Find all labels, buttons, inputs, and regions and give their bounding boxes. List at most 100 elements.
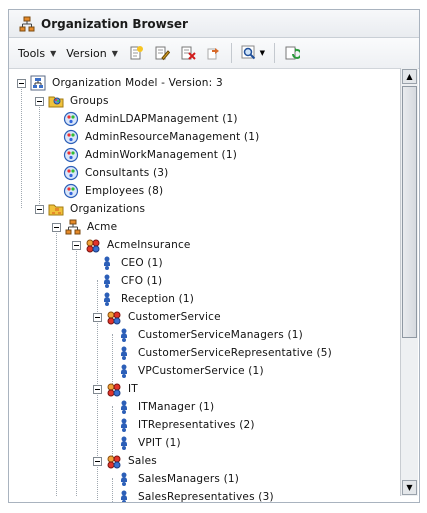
position-icon: [116, 489, 132, 502]
title-bar: Organization Browser: [9, 10, 419, 38]
tree-node-group[interactable]: Consultants (3): [63, 164, 168, 182]
org-unit-icon: [85, 237, 101, 253]
organization-tree: Organization Model - Version: 3 Groups A…: [9, 68, 399, 502]
chevron-down-icon: ▼: [111, 48, 118, 58]
position-label: ITRepresentatives (2): [138, 419, 255, 431]
org-unit-icon: [106, 309, 122, 325]
position-icon: [99, 291, 115, 307]
group-label: AdminWorkManagement (1): [85, 149, 238, 161]
collapse-toggle[interactable]: [35, 96, 44, 106]
sales-label: Sales: [128, 455, 157, 467]
delete-button[interactable]: [177, 42, 199, 64]
new-button[interactable]: [125, 42, 147, 64]
tree-node-acme-insurance[interactable]: AcmeInsurance: [72, 236, 191, 254]
version-menu-label: Version: [66, 46, 107, 60]
tree-node-position[interactable]: SalesManagers (1): [116, 470, 239, 488]
tree-node-position[interactable]: Reception (1): [99, 290, 194, 308]
collapse-toggle[interactable]: [35, 204, 44, 214]
tree-node-position[interactable]: ITManager (1): [116, 398, 214, 416]
tree-line: [112, 478, 113, 502]
delete-icon: [181, 46, 196, 60]
organization-icon: [65, 219, 81, 235]
tree-node-position[interactable]: VPCustomerService (1): [116, 362, 264, 380]
tree-node-organizations[interactable]: Organizations: [35, 200, 145, 218]
tools-menu-label: Tools: [18, 46, 46, 60]
position-label: CustomerServiceManagers (1): [138, 329, 303, 341]
position-label: VPIT (1): [138, 437, 181, 449]
acme-insurance-label: AcmeInsurance: [107, 239, 191, 251]
position-icon: [116, 327, 132, 343]
customer-service-label: CustomerService: [128, 311, 221, 323]
organization-browser-window: Organization Browser Tools ▼ Version ▼ ▼: [8, 9, 420, 503]
toolbar: Tools ▼ Version ▼ ▼: [9, 38, 419, 69]
org-unit-icon: [106, 381, 122, 397]
position-icon: [116, 435, 132, 451]
toolbar-separator: [273, 43, 275, 63]
refresh-button[interactable]: [281, 42, 303, 64]
arrow-up-icon: ▲: [406, 72, 413, 81]
org-unit-icon: [106, 453, 122, 469]
version-menu[interactable]: Version ▼: [61, 41, 123, 65]
collapse-toggle[interactable]: [17, 78, 26, 88]
tree-node-it[interactable]: IT: [93, 380, 138, 398]
tree-line: [39, 100, 40, 208]
tools-menu[interactable]: Tools ▼: [13, 41, 61, 65]
search-icon: [241, 45, 255, 60]
collapse-toggle[interactable]: [93, 312, 102, 322]
position-icon: [99, 255, 115, 271]
collapse-toggle[interactable]: [72, 240, 81, 250]
tree-node-model[interactable]: Organization Model - Version: 3: [17, 74, 223, 92]
position-label: SalesManagers (1): [138, 473, 240, 485]
position-label: CEO (1): [121, 257, 163, 269]
tree-node-position[interactable]: ITRepresentatives (2): [116, 416, 255, 434]
acme-label: Acme: [87, 221, 118, 233]
tree-node-group[interactable]: AdminLDAPManagement (1): [63, 110, 238, 128]
group-icon: [63, 147, 79, 163]
tree-node-position[interactable]: VPIT (1): [116, 434, 181, 452]
edit-icon: [155, 46, 170, 61]
edit-button[interactable]: [151, 42, 173, 64]
tree-node-position[interactable]: SalesRepresentatives (3): [116, 488, 274, 502]
search-button[interactable]: ▼: [238, 42, 268, 64]
vertical-scrollbar[interactable]: ▲ ▼: [400, 68, 418, 496]
model-label: Organization Model - Version: 3: [52, 77, 223, 89]
collapse-toggle[interactable]: [93, 384, 102, 394]
tree-node-group[interactable]: AdminWorkManagement (1): [63, 146, 237, 164]
organizations-label: Organizations: [70, 203, 146, 215]
tree-node-group[interactable]: AdminResourceManagement (1): [63, 128, 259, 146]
tree-node-position[interactable]: CFO (1): [99, 272, 162, 290]
tree-node-position[interactable]: CustomerServiceManagers (1): [116, 326, 303, 344]
position-label: ITManager (1): [138, 401, 215, 413]
scroll-up-button[interactable]: ▲: [402, 69, 417, 84]
position-icon: [116, 399, 132, 415]
tree-node-customer-service[interactable]: CustomerService: [93, 308, 221, 326]
group-icon: [63, 165, 79, 181]
position-icon: [116, 471, 132, 487]
position-icon: [116, 417, 132, 433]
org-chart-icon: [19, 16, 35, 32]
collapse-toggle[interactable]: [52, 222, 61, 232]
tree-node-group[interactable]: Employees (8): [63, 182, 163, 200]
scrollbar-thumb[interactable]: [402, 86, 417, 338]
new-icon: [130, 46, 143, 60]
tree-node-position[interactable]: CEO (1): [99, 254, 163, 272]
collapse-toggle[interactable]: [93, 456, 102, 466]
scroll-down-button[interactable]: ▼: [402, 480, 417, 495]
refresh-icon: [285, 46, 300, 60]
position-label: CFO (1): [121, 275, 163, 287]
move-button[interactable]: [203, 42, 225, 64]
group-label: AdminLDAPManagement (1): [85, 113, 238, 125]
tree-node-sales[interactable]: Sales: [93, 452, 157, 470]
groups-label: Groups: [70, 95, 109, 107]
position-icon: [116, 363, 132, 379]
tree-node-acme[interactable]: Acme: [52, 218, 117, 236]
it-label: IT: [128, 383, 138, 395]
folder-groups-icon: [48, 93, 64, 109]
folder-organizations-icon: [48, 201, 64, 217]
group-icon: [63, 111, 79, 127]
position-label: CustomerServiceRepresentative (5): [138, 347, 332, 359]
tree-node-groups[interactable]: Groups: [35, 92, 109, 110]
tree-node-position[interactable]: CustomerServiceRepresentative (5): [116, 344, 332, 362]
chevron-down-icon: ▼: [50, 48, 57, 58]
move-icon: [207, 48, 219, 60]
